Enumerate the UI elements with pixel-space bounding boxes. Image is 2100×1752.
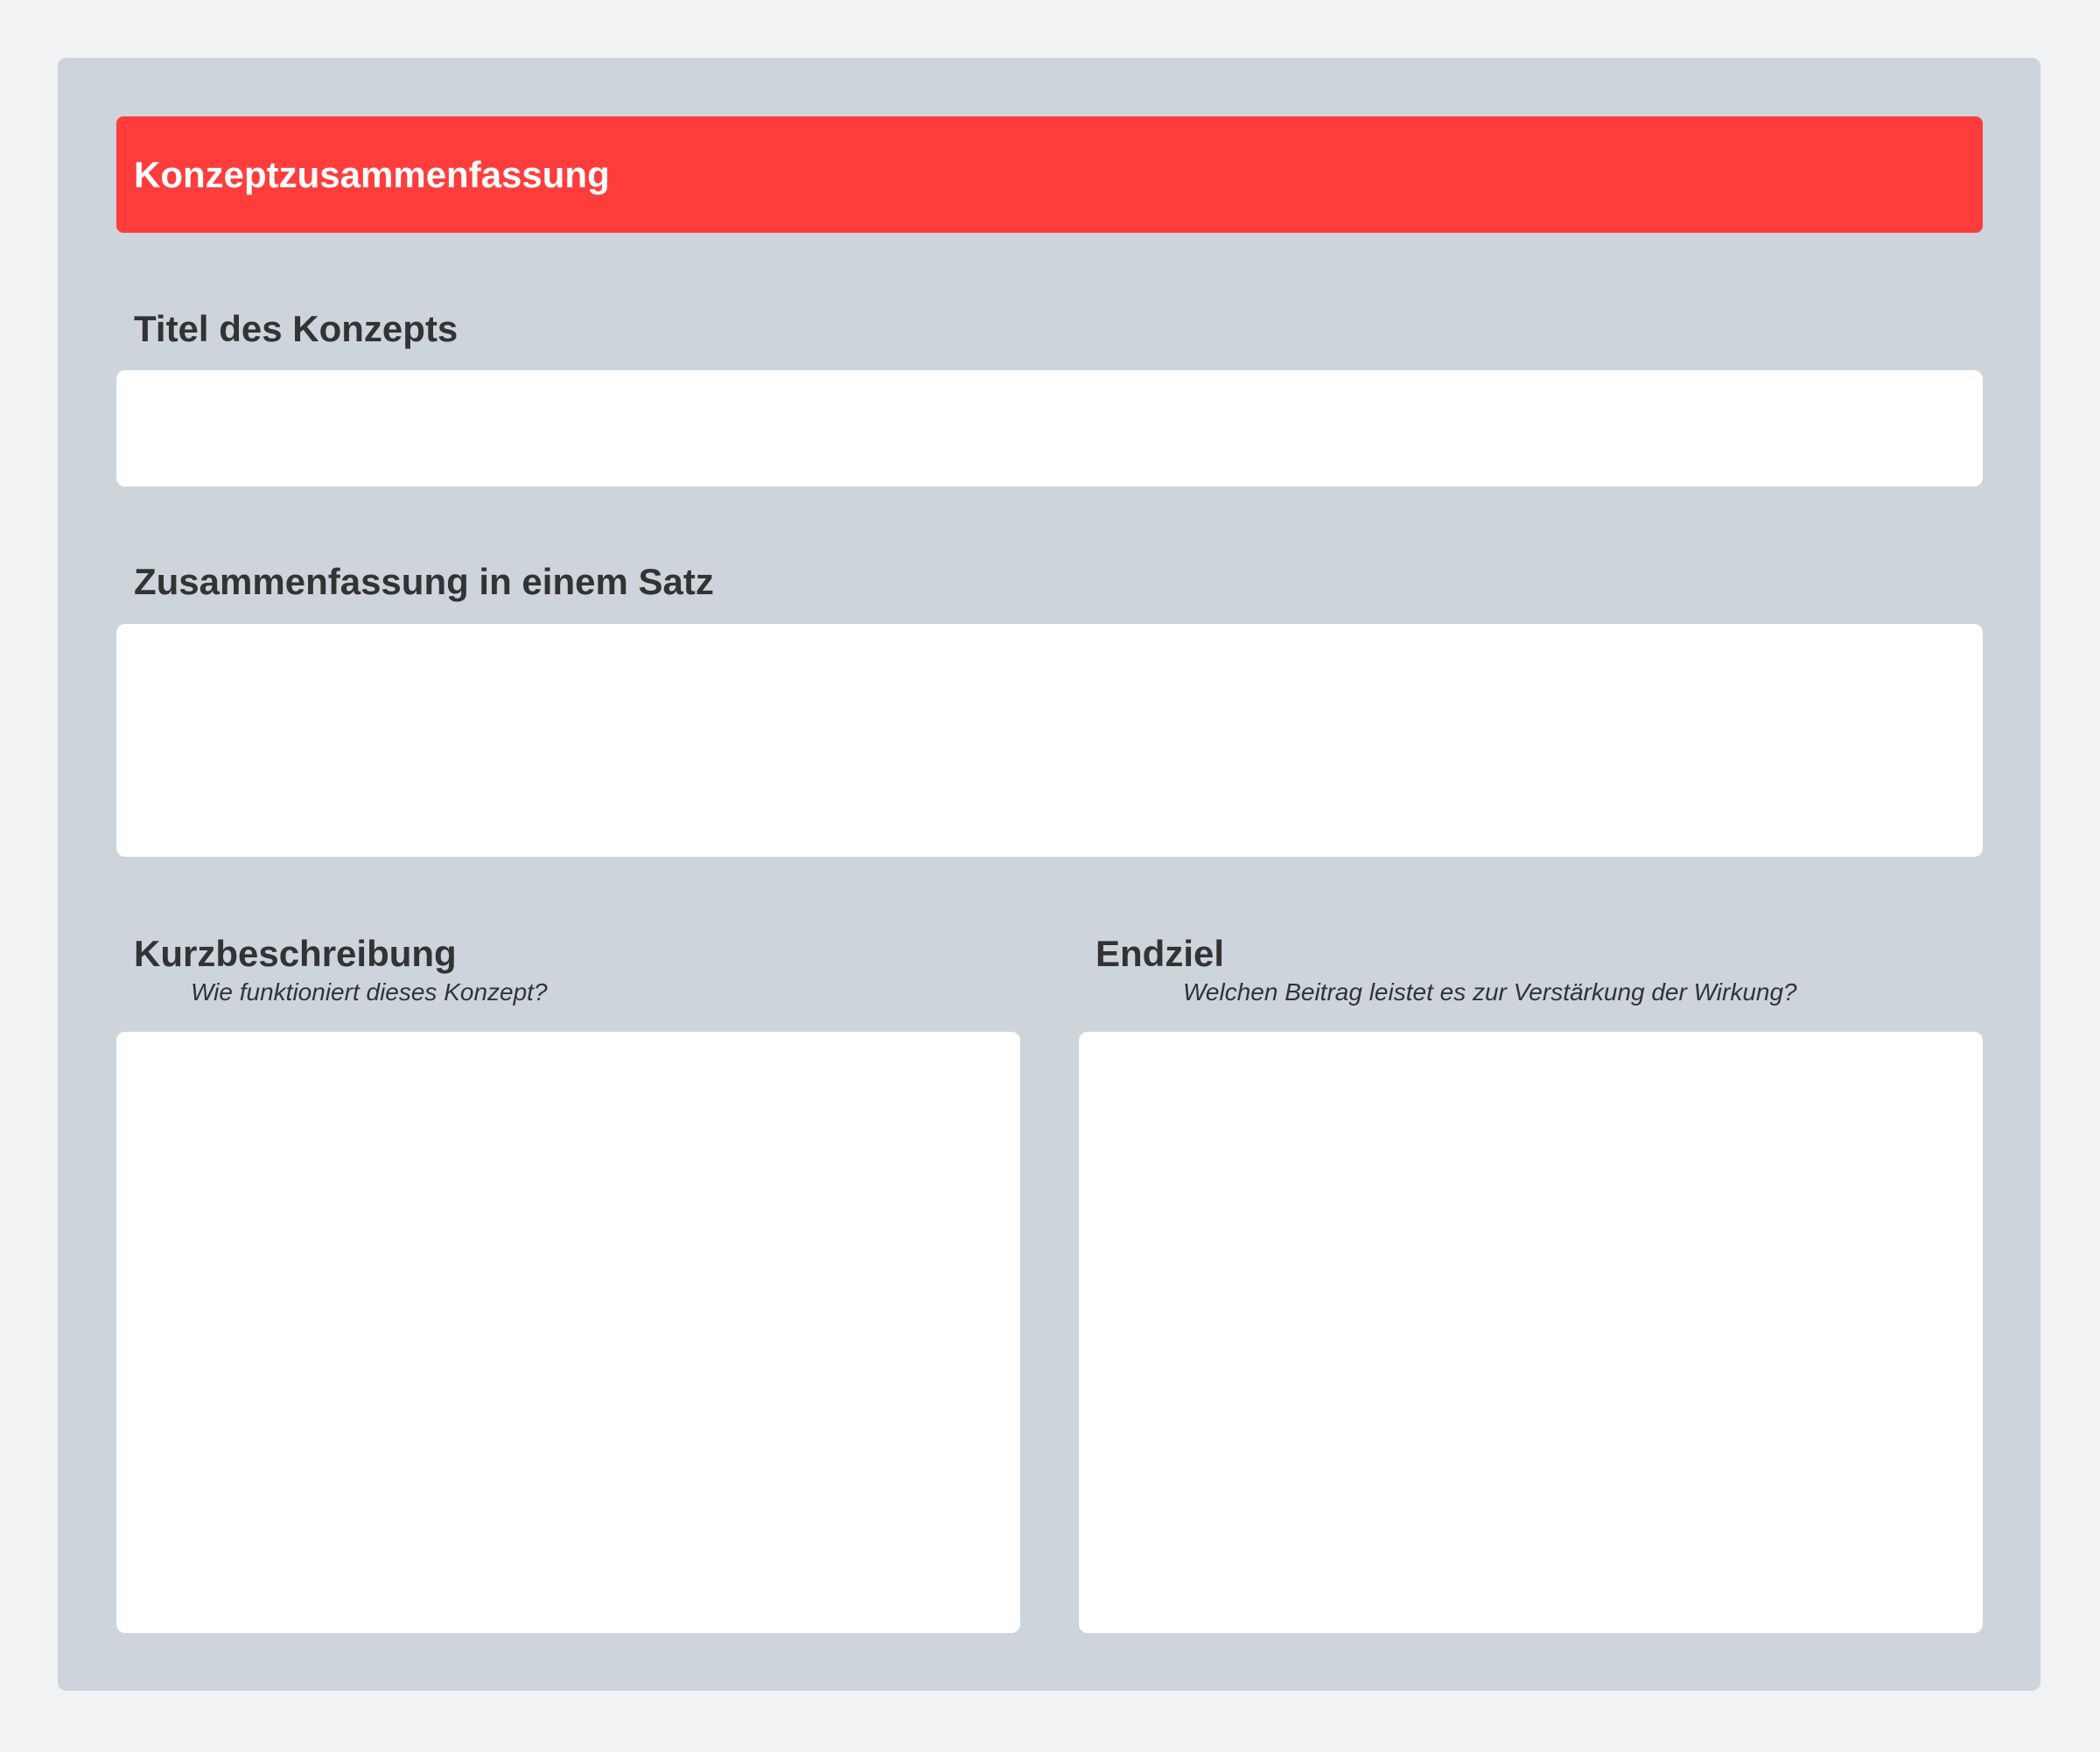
description-textarea[interactable] [116, 1032, 1020, 1633]
goal-textarea[interactable] [1079, 1032, 1983, 1633]
description-label: Kurzbeschreibung [134, 933, 457, 974]
goal-label: Endziel [1096, 933, 1225, 974]
header-title: Konzeptzusammenfassung [134, 153, 610, 195]
concept-title-input[interactable] [116, 370, 1983, 487]
summary-label: Zusammenfassung in einem Satz [134, 561, 714, 602]
concept-title-label: Titel des Konzepts [134, 308, 458, 349]
summary-textarea[interactable] [116, 624, 1983, 857]
description-subtitle: Wie funktioniert dieses Konzept? [191, 978, 548, 1006]
goal-subtitle: Welchen Beitrag leistet es zur Verstärku… [1183, 978, 1797, 1006]
header-bar: Konzeptzusammenfassung [116, 116, 1983, 233]
